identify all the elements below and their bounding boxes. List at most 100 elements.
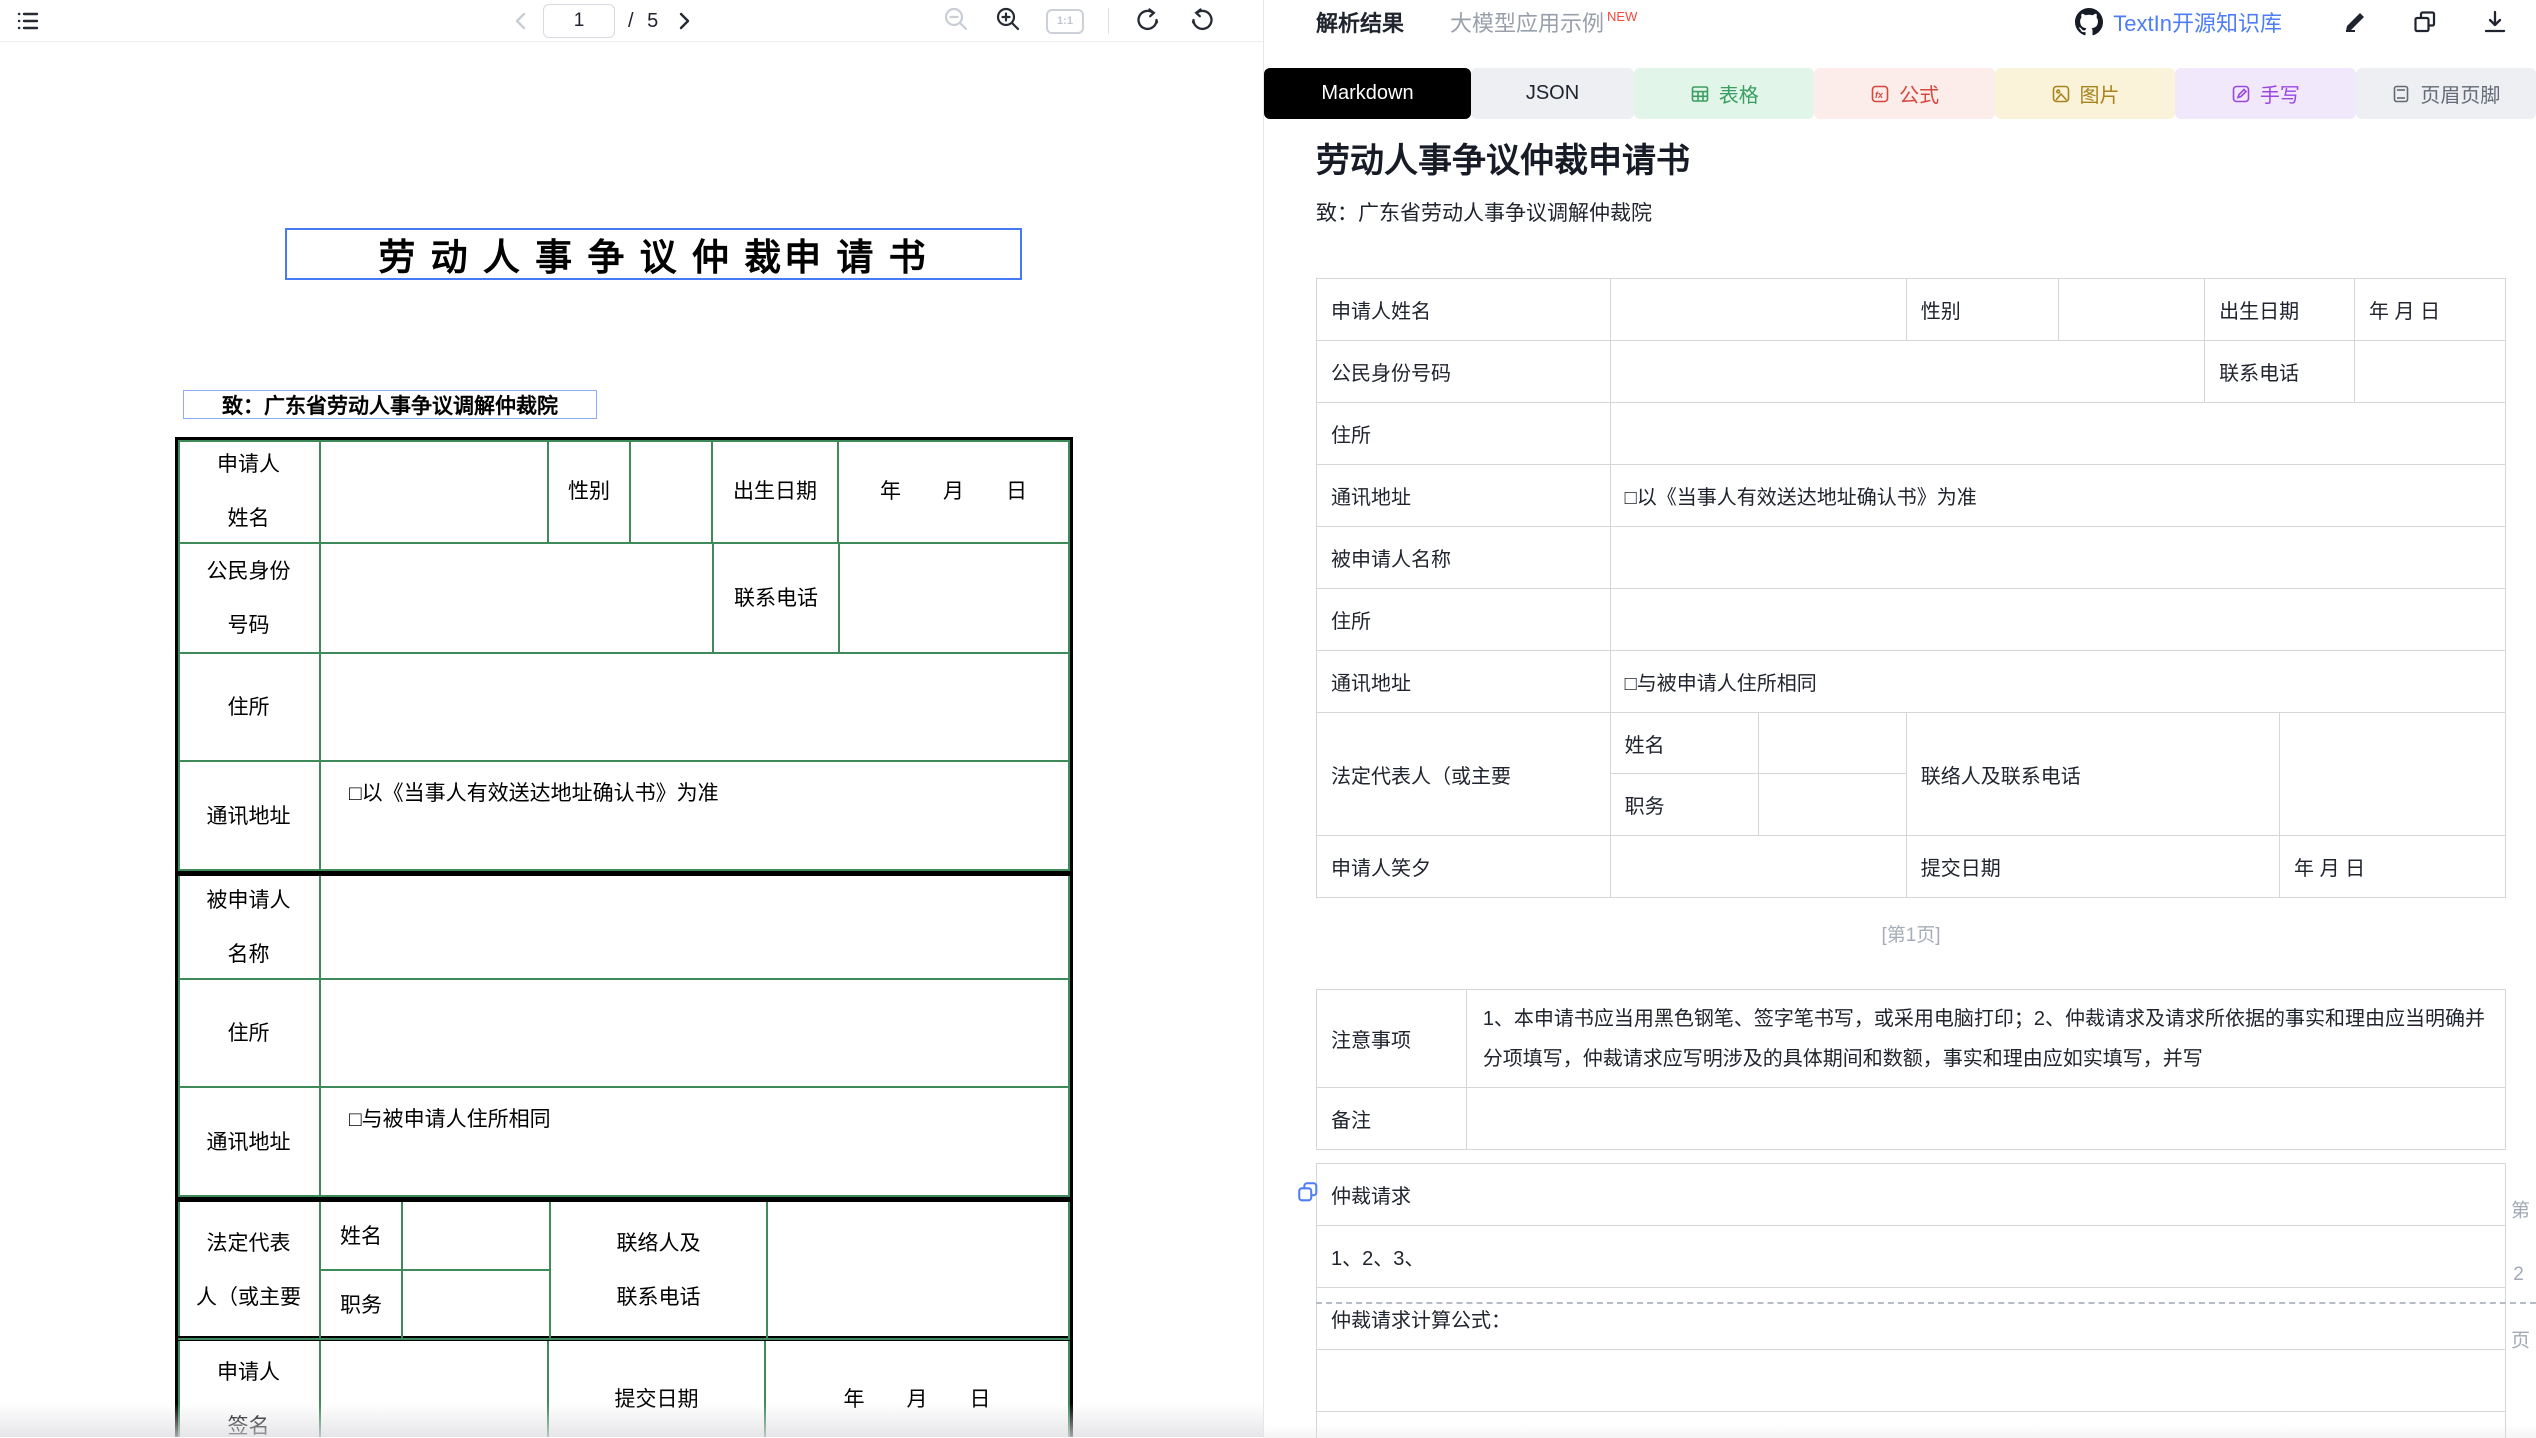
tab-markdown[interactable]: Markdown (1264, 68, 1471, 119)
tab-llm-demo[interactable]: 大模型应用示例NEW (1450, 6, 1637, 38)
document-page: 劳 动 人 事 争 议 仲 裁申 请 书 致：广东省劳动人事争议调解仲裁院 申请… (0, 42, 1263, 1437)
tab-image[interactable]: 图片 (1995, 68, 2175, 119)
copy-table-icon[interactable] (1296, 1180, 1320, 1209)
table-cell: 提交日期 (1906, 836, 2279, 898)
table-cell (1610, 403, 2505, 465)
markdown-preview: 劳动人事争议仲裁申请书 致：广东省劳动人事争议调解仲裁院 申请人姓名 性别 出生… (1264, 139, 2536, 1438)
tab-parse-result[interactable]: 解析结果 (1316, 6, 1404, 38)
table-cell: 通讯地址 (1317, 651, 1611, 713)
zoom-controls: 1:1 (942, 4, 1217, 38)
form-cell (321, 544, 714, 654)
md-form-table: 申请人姓名 性别 出生日期 年 月 日 公民身份号码 联系电话 住所 (1316, 278, 2506, 898)
form-row-respondent: 被申请人 名称 (178, 871, 1070, 980)
rotate-left-icon[interactable] (1133, 4, 1163, 39)
new-badge: NEW (1607, 9, 1637, 24)
md-addressee: 致：广东省劳动人事争议调解仲裁院 (1316, 201, 2506, 227)
table-cell (1759, 713, 1906, 774)
form-cell: 年 月 日 (839, 440, 1070, 544)
zoom-out-icon[interactable] (942, 5, 970, 38)
table-cell (2280, 713, 2506, 836)
handwriting-icon (2231, 84, 2251, 104)
md-request-table: 仲裁请求 1、2、3、 仲裁请求计算公式： (1316, 1163, 2506, 1438)
table-cell: □与被申请人住所相同 (1610, 651, 2505, 713)
form-row-legal-rep: 法定代表 人（或主要 姓名 联络人及 联系电话 职务 (178, 1197, 1070, 1336)
tab-json[interactable]: JSON (1471, 68, 1634, 119)
form-label: 住所 (178, 980, 321, 1088)
table-row: 注意事项 1、本申请书应当用黑色钢笔、签字笔书写，或采用电脑打印；2、仲裁请求及… (1317, 990, 2506, 1088)
form-label: 法定代表 人（或主要 (178, 1202, 321, 1340)
form-cell (321, 1341, 549, 1437)
form-cell: □与被申请人住所相同 (321, 1088, 1070, 1197)
header-footer-icon (2391, 84, 2411, 104)
tab-handwriting[interactable]: 手写 (2175, 68, 2355, 119)
form-label: 住所 (178, 654, 321, 762)
table-cell: 被申请人名称 (1317, 527, 1611, 589)
table-row: 申请人笑夕 提交日期 年 月 日 (1317, 836, 2506, 898)
table-row: 住所 (1317, 403, 2506, 465)
formula-icon: fx (1870, 84, 1890, 104)
form-row-postal2: 通讯地址 □与被申请人住所相同 (178, 1088, 1070, 1197)
tab-formula[interactable]: fx 公式 (1814, 68, 1994, 119)
form-label: 性别 (549, 440, 631, 544)
table-cell: 出生日期 (2205, 279, 2355, 341)
table-cell (2058, 279, 2204, 341)
table-row: 通讯地址 □与被申请人住所相同 (1317, 651, 2506, 713)
md-notes-table: 注意事项 1、本申请书应当用黑色钢笔、签字笔书写，或采用电脑打印；2、仲裁请求及… (1316, 989, 2506, 1150)
page-number-input[interactable]: 1 (543, 4, 615, 38)
table-row (1317, 1412, 2506, 1438)
form-label: 姓名 (321, 1202, 403, 1271)
image-icon (2051, 84, 2071, 104)
table-row: 仲裁请求计算公式： (1317, 1288, 2506, 1350)
page1-marker: [第1页] (1316, 920, 2506, 947)
actual-size-icon[interactable]: 1:1 (1046, 9, 1084, 34)
toc-icon[interactable] (14, 8, 42, 36)
table-row (1317, 1350, 2506, 1412)
copy-icon[interactable] (2412, 9, 2438, 35)
form-cell (403, 1202, 551, 1271)
table-cell: 性别 (1906, 279, 2058, 341)
tab-table[interactable]: 表格 (1634, 68, 1814, 119)
table-cell: 姓名 (1610, 713, 1759, 774)
download-icon[interactable] (2482, 9, 2508, 35)
github-repo-link[interactable]: TextIn开源知识库 (2075, 6, 2282, 38)
table-cell: 注意事项 (1317, 990, 1467, 1088)
form-label: 联络人及 联系电话 (551, 1202, 768, 1340)
table-cell (1610, 527, 2505, 589)
form-label: 申请人 姓名 (178, 440, 321, 544)
table-cell: 年 月 日 (2280, 836, 2506, 898)
detected-title-box[interactable]: 劳 动 人 事 争 议 仲 裁申 请 书 (285, 228, 1022, 280)
form-row-address2: 住所 (178, 980, 1070, 1088)
zoom-in-icon[interactable] (994, 5, 1022, 38)
form-label: 通讯地址 (178, 762, 321, 871)
table-row: 仲裁请求 (1317, 1164, 2506, 1226)
form-row-postal: 通讯地址 □以《当事人有效送达地址确认书》为准 (178, 762, 1070, 871)
table-cell (1317, 1350, 2506, 1412)
table-cell: 备注 (1317, 1088, 1467, 1150)
header-actions: TextIn开源知识库 (2075, 6, 2508, 38)
table-row: 备注 (1317, 1088, 2506, 1150)
pdf-viewer-panel: 1 / 5 1:1 (0, 0, 1263, 1438)
scroll-page-indicator: 第 2 页 (2505, 1200, 2532, 1361)
table-row: 被申请人名称 (1317, 527, 2506, 589)
next-page-icon[interactable] (675, 12, 693, 30)
detected-addressee-box[interactable]: 致：广东省劳动人事争议调解仲裁院 (183, 390, 597, 419)
toolbar-divider (1108, 8, 1109, 34)
table-cell: 年 月 日 (2354, 279, 2505, 341)
repo-link-label: TextIn开源知识库 (2113, 6, 2282, 38)
viewer-toolbar: 1 / 5 1:1 (0, 0, 1263, 42)
application-form-table: 申请人 姓名 性别 出生日期 年 月 日 公民身份 号码 联系电话 住所 (175, 437, 1073, 1437)
edit-icon[interactable] (2342, 9, 2368, 35)
form-row-address: 住所 (178, 654, 1070, 762)
table-cell (1610, 341, 2204, 403)
app-window: 1 / 5 1:1 (0, 0, 2536, 1438)
table-cell: 职务 (1610, 774, 1759, 836)
table-cell: 联络人及联系电话 (1906, 713, 2279, 836)
form-cell: 年 月 日 (766, 1341, 1070, 1437)
rotate-right-icon[interactable] (1187, 4, 1217, 39)
table-cell (1759, 774, 1906, 836)
table-row: 住所 (1317, 589, 2506, 651)
tab-header-footer[interactable]: 页眉页脚 (2356, 68, 2536, 119)
prev-page-icon[interactable] (512, 12, 530, 30)
form-label: 提交日期 (549, 1341, 766, 1437)
table-row: 通讯地址 □以《当事人有效送达地址确认书》为准 (1317, 465, 2506, 527)
